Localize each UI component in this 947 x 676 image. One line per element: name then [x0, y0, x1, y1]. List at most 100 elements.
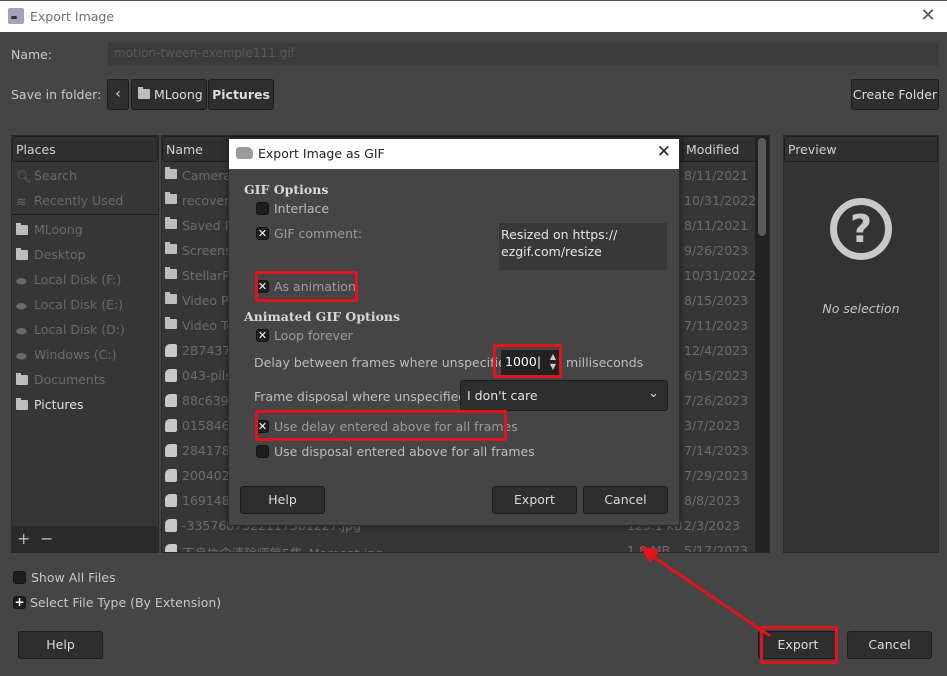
file-name: StellarP [182, 268, 230, 283]
add-bookmark-button[interactable]: + [17, 529, 30, 548]
place-windows-c[interactable]: ⬬ Windows (C:) [16, 344, 116, 366]
gif-cancel-button[interactable]: Cancel [583, 486, 668, 514]
place-local-disk-f[interactable]: ⬬ Local Disk (F:) [16, 269, 121, 291]
file-name: 不良执念清除师第5集_Moment.jpg [182, 543, 383, 552]
file-modified: 10/31/2022 [684, 193, 757, 208]
show-all-files-label[interactable]: Show All Files [31, 570, 116, 585]
create-folder-button[interactable]: Create Folder [851, 79, 939, 110]
loop-forever-checkbox[interactable]: ✕ [256, 329, 269, 342]
place-search[interactable]: 🔍︎ Search [16, 165, 77, 187]
remove-bookmark-button[interactable]: − [40, 529, 53, 548]
select-file-type-expander[interactable]: Select File Type (By Extension) [30, 595, 221, 610]
breadcrumb-pictures[interactable]: Pictures [208, 79, 274, 110]
gif-comment-textarea[interactable]: Resized on https:// ezgif.com/resize [499, 223, 667, 270]
no-selection-text: No selection [822, 301, 900, 316]
drive-icon: ⬬ [16, 272, 27, 288]
interlace-label[interactable]: Interlace [274, 201, 329, 216]
place-desktop[interactable]: Desktop [16, 244, 86, 266]
search-icon: 🔍︎ [16, 168, 32, 184]
place-documents[interactable]: Documents [16, 369, 105, 391]
arrow-line [651, 554, 771, 638]
image-file-icon [165, 419, 177, 432]
folder-icon [16, 372, 28, 385]
file-name: Screens [182, 243, 232, 258]
breadcrumb-back-button[interactable]: ‹ [107, 79, 129, 110]
folder-icon [138, 87, 150, 99]
loop-forever-label[interactable]: Loop forever [274, 328, 353, 343]
gif-comment-checkbox[interactable]: ✕ [256, 227, 269, 240]
animated-gif-options-heading: Animated GIF Options [244, 309, 401, 324]
file-modified: 8/8/2023 [684, 493, 741, 508]
folder-icon [16, 247, 28, 260]
scrollbar-thumb[interactable] [758, 138, 766, 236]
delay-label: Delay between frames where unspecified [254, 355, 514, 370]
file-modified: 8/11/2021 [684, 168, 749, 183]
folder-icon [165, 217, 177, 229]
place-mloong[interactable]: MLoong [16, 219, 83, 241]
file-modified: 2/3/2023 [684, 518, 741, 533]
file-name: Video Pr [182, 293, 234, 308]
chevron-left-icon: ‹ [115, 86, 121, 102]
modified-column-header[interactable]: Modified [682, 136, 760, 162]
place-pictures[interactable]: Pictures [16, 394, 84, 416]
image-file-icon [165, 469, 177, 482]
gif-dialog-title-bar: Export Image as GIF ✕ [229, 139, 679, 169]
spin-arrows-icon[interactable]: ▲ ▼ [550, 352, 556, 372]
file-name: Saved P [182, 218, 233, 233]
as-animation-checkbox[interactable]: ✕ [256, 280, 269, 293]
gif-export-button[interactable]: Export [492, 486, 577, 514]
file-row[interactable]: 不良执念清除师第5集_Moment.jpg 1.8 MB 5/17/2023 [162, 538, 752, 553]
file-size: 1.8 MB [627, 543, 671, 553]
breadcrumb-label: MLoong [154, 87, 203, 102]
title-bar: Export Image ✕ [0, 1, 947, 32]
as-animation-label[interactable]: As animation [274, 279, 356, 294]
export-image-window: Export Image ✕ Name: motion-tween-exempl… [0, 0, 947, 675]
gif-help-button[interactable]: Help [240, 486, 325, 514]
use-delay-all-label[interactable]: Use delay entered above for all frames [274, 419, 518, 434]
folder-icon [165, 242, 177, 254]
folder-icon [16, 222, 28, 235]
close-icon[interactable]: ✕ [917, 5, 939, 27]
places-header[interactable]: Places [12, 136, 158, 162]
gif-comment-label[interactable]: GIF comment: [274, 226, 362, 241]
expander-icon[interactable]: + [13, 596, 26, 609]
frame-disposal-dropdown[interactable]: I don't care ⌄ [460, 380, 668, 411]
use-delay-all-checkbox[interactable]: ✕ [256, 420, 269, 433]
filename-input[interactable]: motion-tween-exemple111.gif [107, 42, 939, 66]
place-recently-used[interactable]: ≋ Recently Used [16, 190, 123, 212]
drive-icon: ⬬ [16, 297, 27, 313]
places-separator [12, 214, 158, 215]
use-disposal-all-label[interactable]: Use disposal entered above for all frame… [274, 444, 535, 459]
file-modified: 3/7/2023 [684, 418, 741, 433]
preview-header: Preview [784, 136, 938, 162]
place-local-disk-d[interactable]: ⬬ Local Disk (D:) [16, 319, 125, 341]
show-all-files-checkbox[interactable] [13, 571, 26, 584]
gif-dialog-title: Export Image as GIF [258, 146, 385, 161]
places-footer: + − [12, 526, 158, 552]
cancel-button[interactable]: Cancel [847, 631, 932, 659]
file-modified: 7/14/2023 [684, 443, 749, 458]
chevron-down-icon: ⌄ [648, 386, 659, 401]
folder-icon [165, 192, 177, 204]
file-modified: 6/15/2023 [684, 368, 749, 383]
interlace-checkbox[interactable] [256, 202, 269, 215]
use-disposal-all-checkbox[interactable] [256, 445, 269, 458]
file-modified: 8/15/2023 [684, 293, 749, 308]
place-local-disk-e[interactable]: ⬬ Local Disk (E:) [16, 294, 123, 316]
preview-panel: Preview ? No selection [783, 135, 939, 553]
delay-spinbox[interactable]: 1000| ▲ ▼ [501, 350, 559, 375]
image-file-icon [165, 394, 177, 407]
comment-line-2: ezgif.com/resize [501, 244, 602, 259]
export-button[interactable]: Export [758, 631, 838, 659]
delay-value: 1000 [505, 354, 537, 369]
help-button[interactable]: Help [18, 631, 103, 659]
folder-icon [165, 292, 177, 304]
breadcrumb-mloong[interactable]: MLoong [131, 79, 207, 110]
close-icon[interactable]: ✕ [657, 142, 671, 162]
export-gif-dialog: Export Image as GIF ✕ GIF Options Interl… [228, 138, 680, 526]
image-file-icon [165, 369, 177, 382]
file-list-scrollbar[interactable] [755, 136, 769, 552]
question-icon: ? [830, 198, 892, 260]
recent-icon: ≋ [16, 193, 27, 209]
drive-icon: ⬬ [16, 347, 27, 363]
